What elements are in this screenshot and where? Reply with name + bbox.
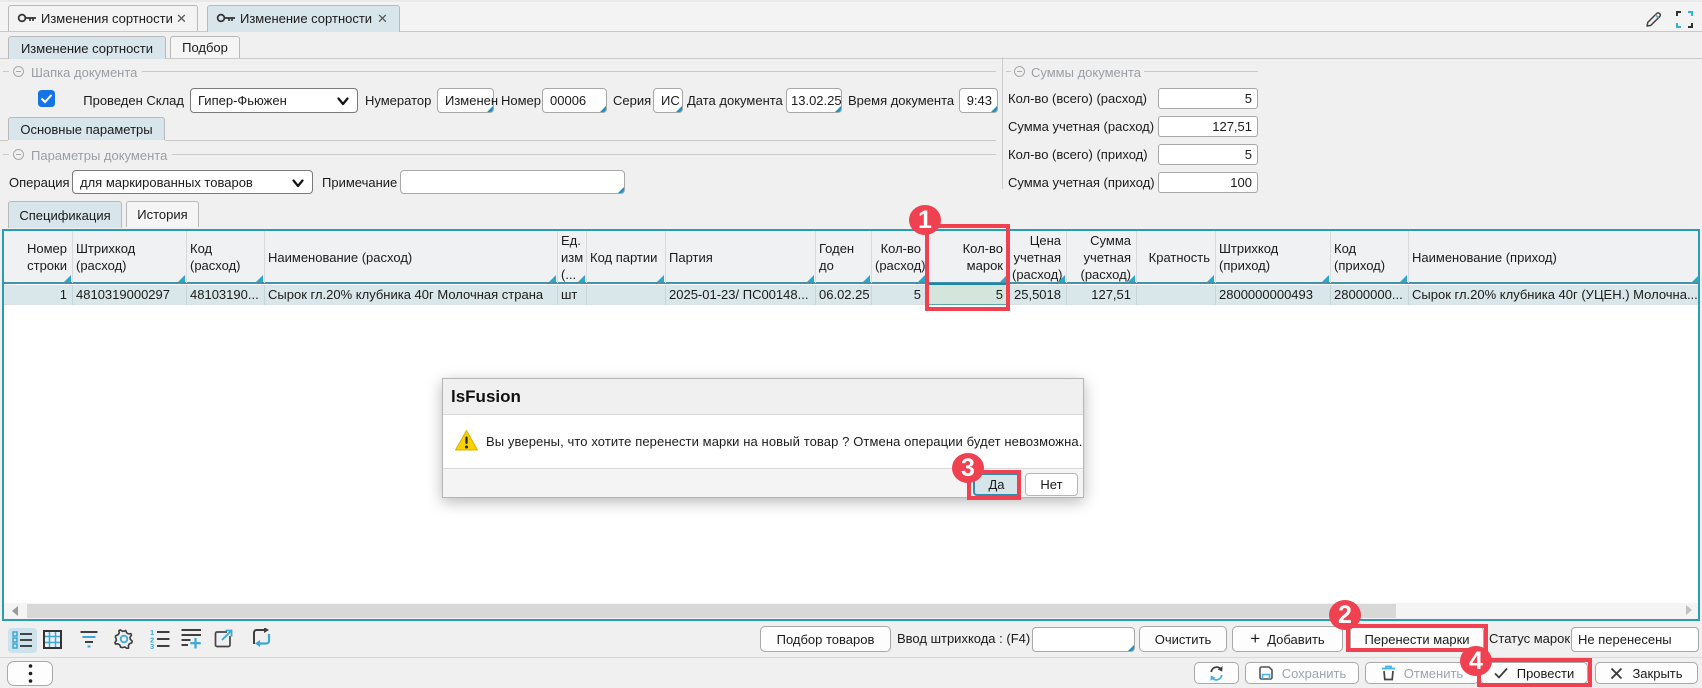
svg-text:3: 3 [150, 642, 154, 649]
